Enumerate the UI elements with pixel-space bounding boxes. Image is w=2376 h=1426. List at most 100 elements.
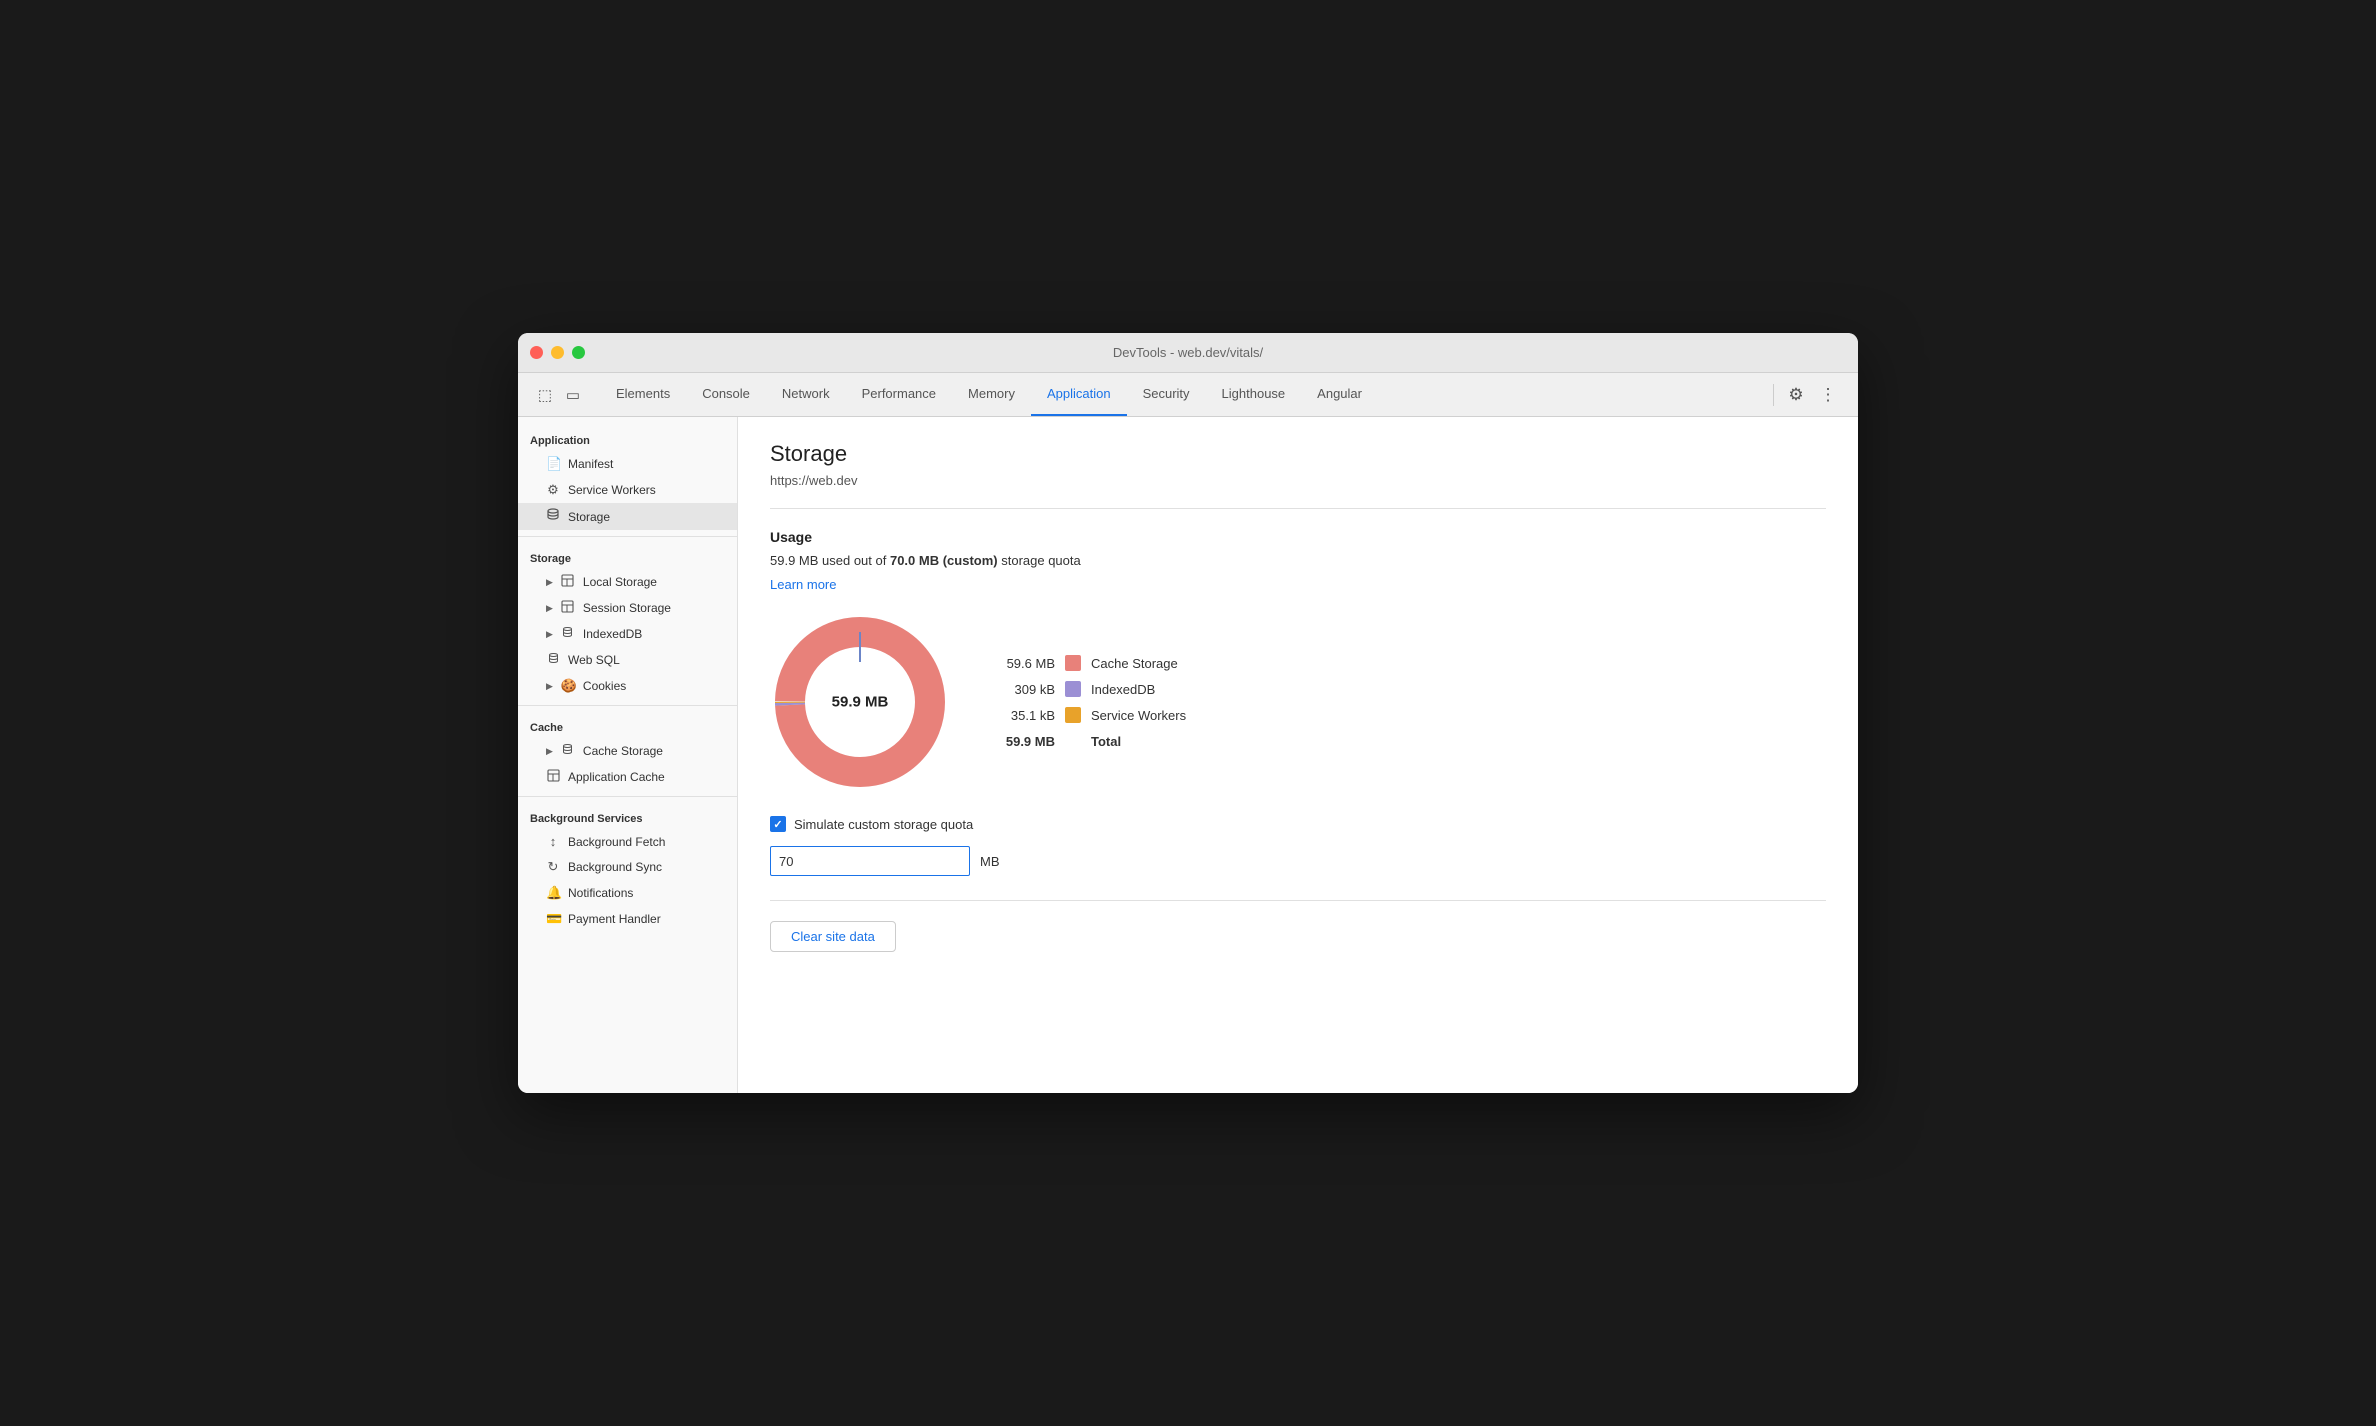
sidebar-item-session-storage[interactable]: ▶ Session Storage	[518, 595, 737, 621]
usage-quota-bold: 70.0 MB (custom)	[890, 553, 998, 568]
cache-storage-icon	[561, 743, 575, 759]
tab-actions: ⚙ ⋮	[1761, 381, 1850, 409]
sidebar-section-storage: Storage	[518, 543, 737, 569]
sidebar-divider-3	[518, 796, 737, 797]
legend-cache-value: 59.6 MB	[990, 656, 1055, 671]
settings-icon[interactable]: ⚙	[1782, 381, 1810, 409]
sidebar-item-cache-storage[interactable]: ▶ Cache Storage	[518, 738, 737, 764]
notifications-label: Notifications	[568, 886, 633, 900]
quota-input[interactable]	[770, 846, 970, 876]
sidebar-item-manifest[interactable]: 📄 Manifest	[518, 451, 737, 477]
arrow-icon-cache-storage: ▶	[546, 746, 553, 757]
usage-desc-suffix: storage quota	[998, 553, 1081, 568]
legend-total-spacer	[1065, 733, 1081, 749]
session-storage-label: Session Storage	[583, 601, 671, 615]
device-icon[interactable]: ▭	[562, 384, 584, 406]
chart-legend: 59.6 MB Cache Storage 309 kB IndexedDB 3…	[990, 655, 1186, 749]
cursor-icon[interactable]: ⬚	[534, 384, 556, 406]
cookies-label: Cookies	[583, 679, 626, 693]
web-sql-icon	[546, 652, 560, 668]
sidebar-item-indexeddb[interactable]: ▶ IndexedDB	[518, 621, 737, 647]
manifest-icon: 📄	[546, 456, 560, 472]
usage-description: 59.9 MB used out of 70.0 MB (custom) sto…	[770, 553, 1826, 568]
donut-center-value: 59.9 MB	[832, 694, 889, 711]
cookies-icon: 🍪	[561, 678, 575, 694]
quota-input-row: MB	[770, 846, 1826, 876]
arrow-icon-indexeddb: ▶	[546, 629, 553, 640]
sidebar-item-application-cache[interactable]: Application Cache	[518, 764, 737, 790]
sidebar-item-bg-fetch[interactable]: ↕ Background Fetch	[518, 829, 737, 854]
tab-performance[interactable]: Performance	[846, 373, 952, 416]
storage-icon	[546, 508, 560, 525]
tab-divider	[1773, 384, 1774, 406]
sidebar-item-storage-label: Storage	[568, 510, 610, 524]
bg-fetch-icon: ↕	[546, 834, 560, 849]
close-button[interactable]	[530, 346, 543, 359]
sidebar: Application 📄 Manifest ⚙ Service Workers…	[518, 417, 738, 1093]
sidebar-item-notifications[interactable]: 🔔 Notifications	[518, 880, 737, 906]
payment-handler-label: Payment Handler	[568, 912, 661, 926]
tab-security[interactable]: Security	[1127, 373, 1206, 416]
session-storage-icon	[561, 600, 575, 616]
sidebar-item-payment-handler[interactable]: 💳 Payment Handler	[518, 906, 737, 932]
payment-handler-icon: 💳	[546, 911, 560, 927]
sidebar-item-bg-sync[interactable]: ↻ Background Sync	[518, 854, 737, 880]
local-storage-icon	[561, 574, 575, 590]
quota-row: Simulate custom storage quota	[770, 816, 1826, 832]
maximize-button[interactable]	[572, 346, 585, 359]
web-sql-label: Web SQL	[568, 653, 620, 667]
sidebar-item-local-storage[interactable]: ▶ Local Storage	[518, 569, 737, 595]
tab-bar: ⬚ ▭ Elements Console Network Performance…	[518, 373, 1858, 417]
arrow-icon-session-storage: ▶	[546, 603, 553, 614]
service-workers-icon: ⚙	[546, 482, 560, 498]
legend-row-indexeddb: 309 kB IndexedDB	[990, 681, 1186, 697]
indexeddb-label: IndexedDB	[583, 627, 642, 641]
tab-elements[interactable]: Elements	[600, 373, 686, 416]
tab-lighthouse[interactable]: Lighthouse	[1206, 373, 1302, 416]
simulate-quota-checkbox[interactable]	[770, 816, 786, 832]
legend-row-sw: 35.1 kB Service Workers	[990, 707, 1186, 723]
panel-divider-2	[770, 900, 1826, 901]
sidebar-item-service-workers-label: Service Workers	[568, 483, 656, 497]
main-content: Application 📄 Manifest ⚙ Service Workers…	[518, 417, 1858, 1093]
arrow-icon-cookies: ▶	[546, 681, 553, 692]
legend-cache-color	[1065, 655, 1081, 671]
sidebar-divider-1	[518, 536, 737, 537]
sidebar-item-storage[interactable]: Storage	[518, 503, 737, 530]
indexeddb-icon	[561, 626, 575, 642]
clear-site-data-button[interactable]: Clear site data	[770, 921, 896, 952]
notifications-icon: 🔔	[546, 885, 560, 901]
minimize-button[interactable]	[551, 346, 564, 359]
quota-unit: MB	[980, 854, 1000, 869]
panel-url: https://web.dev	[770, 473, 1826, 488]
app-cache-icon	[546, 769, 560, 785]
sidebar-item-web-sql[interactable]: Web SQL	[518, 647, 737, 673]
tab-network[interactable]: Network	[766, 373, 846, 416]
tab-memory[interactable]: Memory	[952, 373, 1031, 416]
legend-sw-color	[1065, 707, 1081, 723]
sidebar-item-service-workers[interactable]: ⚙ Service Workers	[518, 477, 737, 503]
legend-row-total: 59.9 MB Total	[990, 733, 1186, 749]
chart-area: 59.9 MB 59.6 MB Cache Storage 309 kB Ind…	[770, 612, 1826, 792]
bg-fetch-label: Background Fetch	[568, 835, 665, 849]
bg-sync-label: Background Sync	[568, 860, 662, 874]
tab-console[interactable]: Console	[686, 373, 766, 416]
tab-angular[interactable]: Angular	[1301, 373, 1378, 416]
usage-desc-prefix: 59.9 MB used out of	[770, 553, 890, 568]
window-title: DevTools - web.dev/vitals/	[1113, 345, 1263, 360]
simulate-quota-label: Simulate custom storage quota	[794, 817, 973, 832]
sidebar-section-cache: Cache	[518, 712, 737, 738]
local-storage-label: Local Storage	[583, 575, 657, 589]
right-panel: Storage https://web.dev Usage 59.9 MB us…	[738, 417, 1858, 1093]
legend-indexeddb-label: IndexedDB	[1091, 682, 1155, 697]
usage-heading: Usage	[770, 529, 1826, 545]
legend-row-cache: 59.6 MB Cache Storage	[990, 655, 1186, 671]
arrow-icon-local-storage: ▶	[546, 577, 553, 588]
tab-application[interactable]: Application	[1031, 373, 1127, 416]
sidebar-item-manifest-label: Manifest	[568, 457, 613, 471]
sidebar-section-application: Application	[518, 425, 737, 451]
learn-more-link[interactable]: Learn more	[770, 577, 836, 592]
tab-list: Elements Console Network Performance Mem…	[600, 373, 1761, 416]
more-icon[interactable]: ⋮	[1814, 381, 1842, 409]
sidebar-item-cookies[interactable]: ▶ 🍪 Cookies	[518, 673, 737, 699]
